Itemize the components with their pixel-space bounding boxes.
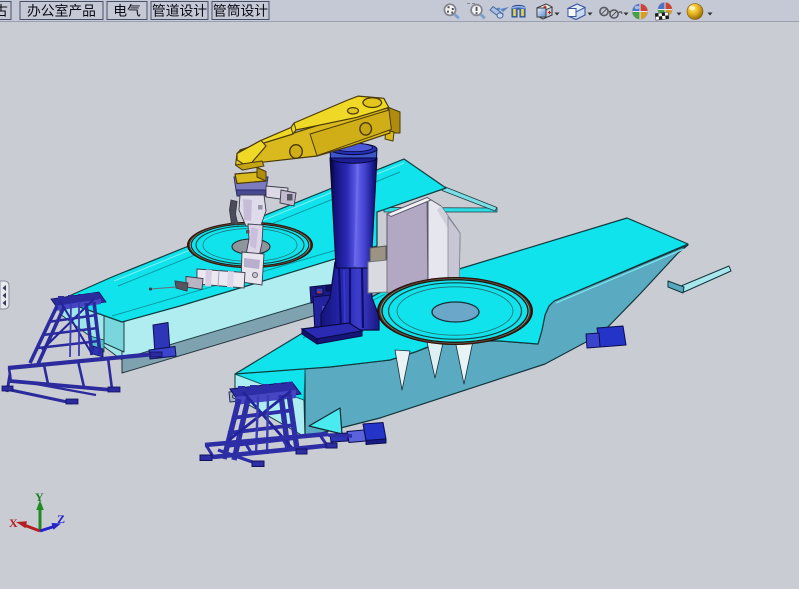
svg-text:管道设计: 管道设计 xyxy=(152,4,207,19)
svg-text:电气: 电气 xyxy=(113,4,141,19)
svg-text:办公室产品: 办公室产品 xyxy=(27,3,96,19)
svg-text:X: X xyxy=(9,516,18,530)
svg-text:古: 古 xyxy=(0,4,8,19)
svg-text:管筒设计: 管筒设计 xyxy=(213,3,268,19)
